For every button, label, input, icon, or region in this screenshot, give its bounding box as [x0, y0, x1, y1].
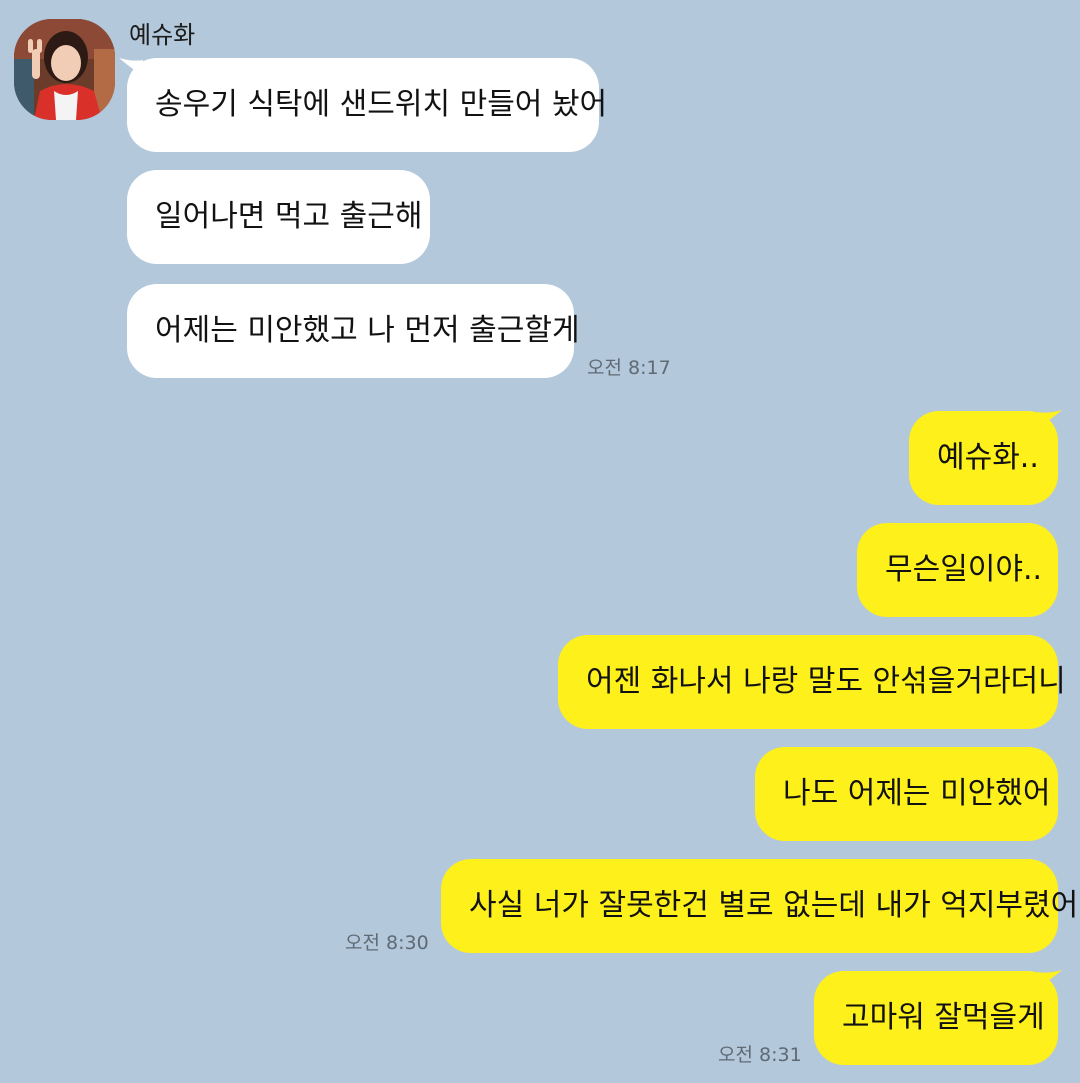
message-timestamp: 오전 8:17	[587, 357, 671, 379]
outgoing-message[interactable]: 고마워 잘먹을게	[814, 971, 1058, 1065]
incoming-message[interactable]: 송우기 식탁에 샌드위치 만들어 놨어	[127, 58, 607, 152]
partner-avatar[interactable]	[14, 19, 115, 120]
outgoing-message[interactable]: 나도 어제는 미안했어	[755, 747, 1058, 841]
message-timestamp: 오전 8:30	[345, 932, 429, 954]
outgoing-message[interactable]: 무슨일이야..	[857, 523, 1058, 617]
outgoing-message[interactable]: 어젠 화나서 나랑 말도 안섞을거라더니	[558, 635, 1066, 729]
profile-photo-icon	[14, 19, 115, 120]
outgoing-message[interactable]: 사실 너가 잘못한건 별로 없는데 내가 억지부렸어	[441, 859, 1078, 953]
chat-room: 예슈화 송우기 식탁에 샌드위치 만들어 놨어 일어나면 먹고 출근해 어제는 …	[0, 0, 1080, 1083]
partner-name: 예슈화	[129, 21, 196, 49]
incoming-message[interactable]: 일어나면 먹고 출근해	[127, 170, 430, 264]
incoming-message[interactable]: 어제는 미안했고 나 먼저 출근할게	[127, 284, 580, 378]
message-timestamp: 오전 8:31	[718, 1044, 802, 1066]
outgoing-message[interactable]: 예슈화..	[909, 411, 1058, 505]
